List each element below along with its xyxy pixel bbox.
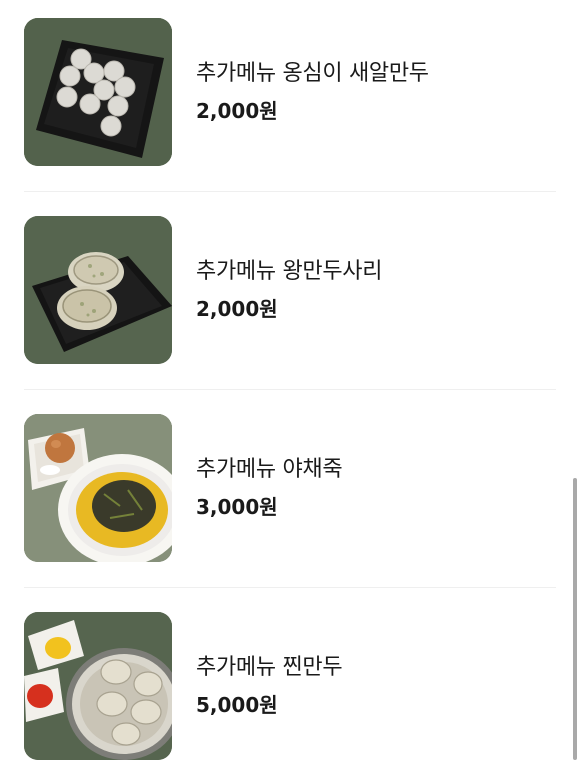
steamed-dumplings-photo: [24, 612, 172, 760]
divider: [24, 389, 556, 390]
menu-item[interactable]: 추가메뉴 찐만두 5,000원: [24, 611, 556, 761]
menu-item-price: 5,000원: [196, 693, 278, 717]
menu-item-name: 추가메뉴 옹심이 새알만두: [196, 61, 429, 86]
menu-item[interactable]: 추가메뉴 왕만두사리 2,000원: [24, 215, 556, 365]
menu-item-photo[interactable]: [24, 18, 172, 166]
divider: [24, 587, 556, 588]
menu-item-info: 추가메뉴 왕만두사리 2,000원: [196, 258, 382, 322]
menu-item-price: 3,000원: [196, 495, 278, 519]
menu-item[interactable]: 추가메뉴 옹심이 새알만두 2,000원: [24, 17, 556, 167]
menu-item-photo[interactable]: [24, 216, 172, 364]
dumpling-balls-photo: [24, 18, 172, 166]
menu-item-price: 2,000원: [196, 99, 278, 123]
menu-item-name: 추가메뉴 야채죽: [196, 457, 343, 482]
vegetable-porridge-photo: [24, 414, 172, 562]
menu-item-name: 추가메뉴 찐만두: [196, 655, 343, 680]
menu-item-photo[interactable]: [24, 612, 172, 760]
menu-item-photo[interactable]: [24, 414, 172, 562]
king-dumplings-photo: [24, 216, 172, 364]
divider: [24, 191, 556, 192]
menu-item-info: 추가메뉴 찐만두 5,000원: [196, 654, 343, 718]
menu-item[interactable]: 추가메뉴 야채죽 3,000원: [24, 413, 556, 563]
menu-item-price: 2,000원: [196, 297, 278, 321]
scrollbar[interactable]: [573, 478, 577, 760]
menu-item-info: 추가메뉴 야채죽 3,000원: [196, 456, 343, 520]
menu-item-info: 추가메뉴 옹심이 새알만두 2,000원: [196, 60, 429, 124]
menu-list: 추가메뉴 옹심이 새알만두 2,000원 추가메뉴 왕만두사리 2,000원 추…: [0, 0, 580, 782]
menu-item-name: 추가메뉴 왕만두사리: [196, 259, 383, 284]
